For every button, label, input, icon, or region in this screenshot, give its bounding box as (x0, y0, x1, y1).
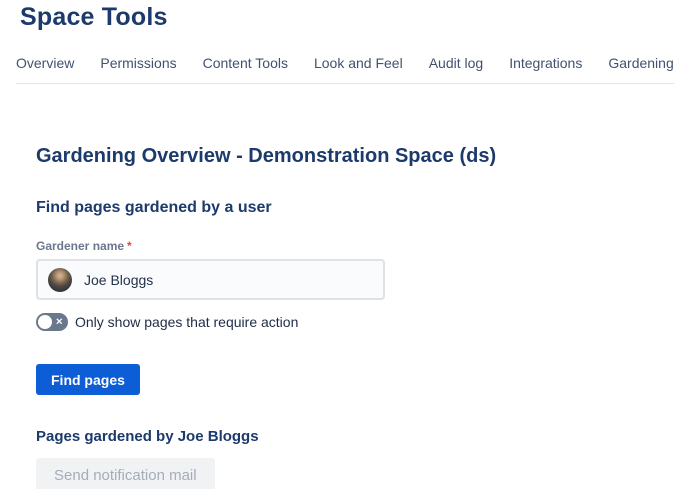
gardener-name-value: Joe Bloggs (84, 272, 153, 288)
gardening-overview-heading: Gardening Overview - Demonstration Space… (36, 145, 674, 168)
tab-look-and-feel[interactable]: Look and Feel (314, 55, 403, 71)
find-pages-section-heading: Find pages gardened by a user (36, 199, 674, 217)
tab-content-tools[interactable]: Content Tools (203, 55, 288, 71)
gardener-name-input[interactable]: Joe Bloggs (36, 259, 385, 300)
toggle-knob (38, 315, 52, 329)
send-notification-mail-button[interactable]: Send notification mail (36, 458, 215, 489)
require-action-toggle-row: ✕ Only show pages that require action (36, 313, 674, 331)
tab-overview[interactable]: Overview (16, 55, 74, 71)
results-heading: Pages gardened by Joe Bloggs (36, 428, 674, 445)
tab-gardening[interactable]: Gardening (608, 55, 673, 71)
gardener-name-label-text: Gardener name (36, 239, 124, 253)
toggle-cross-icon: ✕ (55, 317, 63, 326)
required-asterisk: * (127, 239, 132, 253)
main-content: Gardening Overview - Demonstration Space… (0, 145, 674, 489)
space-tools-page: Space Tools Overview Permissions Content… (0, 3, 674, 489)
gardener-name-label: Gardener name* (36, 239, 674, 253)
require-action-toggle[interactable]: ✕ (36, 313, 68, 331)
require-action-toggle-label: Only show pages that require action (75, 314, 298, 330)
tab-audit-log[interactable]: Audit log (429, 55, 483, 71)
tab-integrations[interactable]: Integrations (509, 55, 582, 71)
tab-bar: Overview Permissions Content Tools Look … (16, 55, 674, 84)
user-avatar (48, 268, 72, 292)
find-pages-button[interactable]: Find pages (36, 364, 140, 395)
page-title: Space Tools (20, 3, 674, 32)
tab-permissions[interactable]: Permissions (100, 55, 176, 71)
